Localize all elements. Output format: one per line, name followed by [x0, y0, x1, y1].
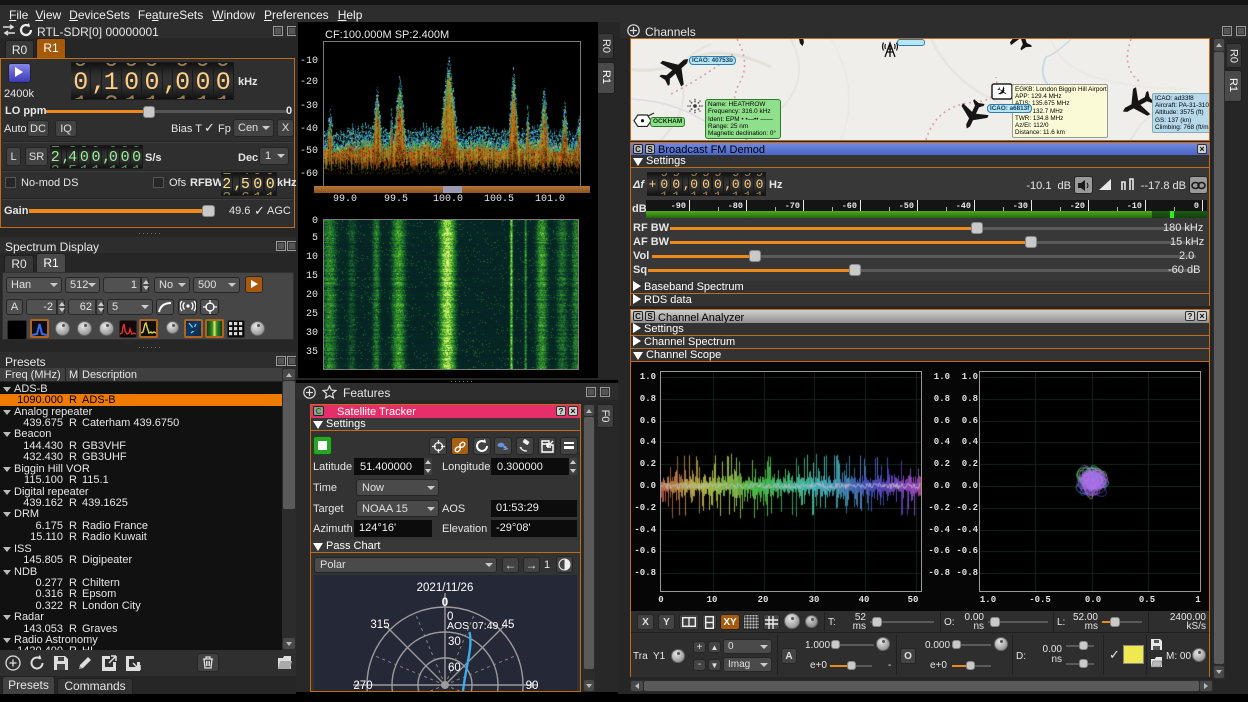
svg-text:s: s — [503, 445, 507, 450]
svg-text:0: 0 — [442, 597, 448, 609]
svg-text:315: 315 — [370, 619, 389, 631]
svg-text:270: 270 — [353, 680, 372, 691]
svg-text:60: 60 — [448, 662, 461, 674]
svg-text:45: 45 — [502, 619, 515, 631]
svg-text:30: 30 — [448, 636, 461, 648]
svg-text:90: 90 — [526, 680, 539, 691]
svg-text:AOS 07:49: AOS 07:49 — [447, 620, 499, 632]
svg-text:2021/11/26: 2021/11/26 — [417, 582, 474, 594]
